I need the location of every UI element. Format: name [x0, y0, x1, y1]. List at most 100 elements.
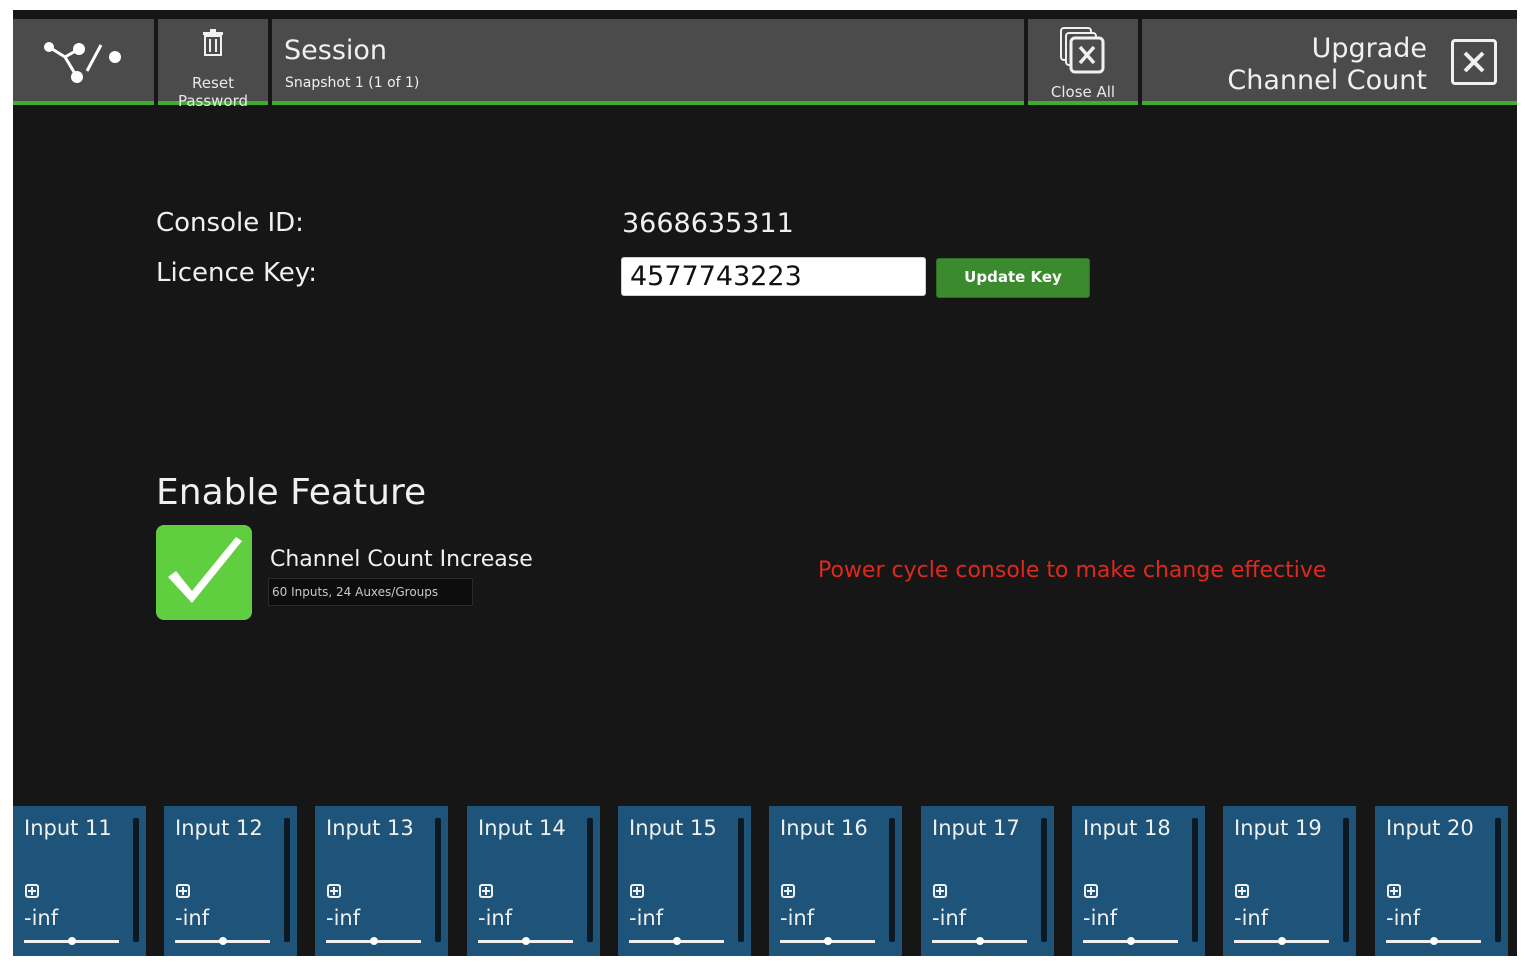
licence-key-input[interactable]	[621, 257, 926, 296]
fader-knob[interactable]	[522, 937, 530, 945]
channel-input-16[interactable]: Input 16 -inf	[769, 806, 902, 956]
fader-knob[interactable]	[1278, 937, 1286, 945]
channel-level: -inf	[932, 906, 967, 930]
channel-name: Input 19	[1234, 816, 1322, 840]
fader-track[interactable]	[629, 937, 724, 945]
channel-name: Input 16	[780, 816, 868, 840]
channel-name: Input 20	[1386, 816, 1474, 840]
reset-label-line2: Password	[177, 92, 249, 110]
channel-level: -inf	[1083, 906, 1118, 930]
session-snapshot: Snapshot 1 (1 of 1)	[285, 75, 420, 91]
select-plus-icon[interactable]	[327, 884, 341, 898]
fader-knob[interactable]	[370, 937, 378, 945]
close-dialog-button[interactable]	[1451, 39, 1497, 85]
channel-input-18[interactable]: Input 18 -inf	[1072, 806, 1205, 956]
feature-name: Channel Count Increase	[270, 547, 533, 572]
channel-name: Input 17	[932, 816, 1020, 840]
console-id-label: Console ID:	[156, 208, 304, 238]
channel-count-checkbox[interactable]	[156, 525, 252, 620]
channel-name: Input 18	[1083, 816, 1171, 840]
reset-password-label: Reset Password	[158, 74, 268, 110]
checkmark-icon	[168, 537, 242, 603]
enable-feature-heading: Enable Feature	[156, 472, 427, 513]
level-meter	[738, 818, 744, 942]
reset-password-button[interactable]: Reset Password	[158, 19, 268, 110]
session-panel[interactable]: Session Snapshot 1 (1 of 1)	[272, 19, 1024, 105]
select-plus-icon[interactable]	[1387, 884, 1401, 898]
console-id-value: 3668635311	[622, 208, 794, 239]
fader-track[interactable]	[478, 937, 573, 945]
level-meter	[587, 818, 593, 942]
top-bar: Reset Password Session Snapshot 1 (1 of …	[13, 10, 1517, 110]
channel-input-14[interactable]: Input 14 -inf	[467, 806, 600, 956]
channel-input-17[interactable]: Input 17 -inf	[921, 806, 1054, 956]
fader-knob[interactable]	[673, 937, 681, 945]
update-key-button[interactable]: Update Key	[936, 258, 1090, 298]
session-title: Session	[284, 35, 388, 66]
channel-input-13[interactable]: Input 13 -inf	[315, 806, 448, 956]
fader-track[interactable]	[326, 937, 421, 945]
select-plus-icon[interactable]	[479, 884, 493, 898]
channel-input-12[interactable]: Input 12 -inf	[164, 806, 297, 956]
channel-level: -inf	[175, 906, 210, 930]
channel-level: -inf	[326, 906, 361, 930]
channel-level: -inf	[1386, 906, 1421, 930]
fader-track[interactable]	[24, 937, 119, 945]
close-all-label: Close All	[1050, 83, 1116, 101]
fader-track[interactable]	[1234, 937, 1329, 945]
select-plus-icon[interactable]	[25, 884, 39, 898]
channel-name: Input 13	[326, 816, 414, 840]
channel-level: -inf	[629, 906, 664, 930]
select-plus-icon[interactable]	[176, 884, 190, 898]
fader-knob[interactable]	[219, 937, 227, 945]
channel-name: Input 15	[629, 816, 717, 840]
channel-level: -inf	[24, 906, 59, 930]
close-all-button[interactable]: Close All	[1028, 19, 1138, 105]
channel-strip: Input 11 -inf Input 12 -inf Input 13 -in…	[13, 806, 1517, 956]
channel-input-20[interactable]: Input 20 -inf	[1375, 806, 1508, 956]
fader-track[interactable]	[780, 937, 875, 945]
power-cycle-notice: Power cycle console to make change effec…	[818, 558, 1327, 583]
upgrade-title-line2: Channel Count	[1227, 65, 1427, 96]
channel-level: -inf	[478, 906, 513, 930]
select-plus-icon[interactable]	[781, 884, 795, 898]
fader-knob[interactable]	[976, 937, 984, 945]
fader-track[interactable]	[932, 937, 1027, 945]
level-meter	[889, 818, 895, 942]
select-plus-icon[interactable]	[1084, 884, 1098, 898]
level-meter	[1495, 818, 1501, 942]
upgrade-channel-count-panel: Upgrade Channel Count	[1142, 19, 1517, 105]
channel-name: Input 11	[24, 816, 112, 840]
fader-track[interactable]	[1083, 937, 1178, 945]
level-meter	[1192, 818, 1198, 942]
level-meter	[1343, 818, 1349, 942]
close-icon	[1463, 51, 1485, 73]
select-plus-icon[interactable]	[933, 884, 947, 898]
app-window: Reset Password Session Snapshot 1 (1 of …	[13, 10, 1517, 956]
channel-input-11[interactable]: Input 11 -inf	[13, 806, 146, 956]
routing-logo-icon	[44, 42, 121, 83]
channel-input-15[interactable]: Input 15 -inf	[618, 806, 751, 956]
fader-knob[interactable]	[824, 937, 832, 945]
fader-knob[interactable]	[68, 937, 76, 945]
channel-name: Input 14	[478, 816, 566, 840]
upgrade-title: Upgrade Channel Count	[1227, 33, 1427, 97]
level-meter	[435, 818, 441, 942]
channel-input-19[interactable]: Input 19 -inf	[1223, 806, 1356, 956]
channel-name: Input 12	[175, 816, 263, 840]
home-button[interactable]	[13, 19, 154, 105]
level-meter	[1041, 818, 1047, 942]
licence-key-label: Licence Key:	[156, 258, 318, 288]
upgrade-title-line1: Upgrade	[1311, 33, 1427, 64]
select-plus-icon[interactable]	[1235, 884, 1249, 898]
level-meter	[133, 818, 139, 942]
level-meter	[284, 818, 290, 942]
fader-track[interactable]	[175, 937, 270, 945]
select-plus-icon[interactable]	[630, 884, 644, 898]
fader-track[interactable]	[1386, 937, 1481, 945]
close-all-icon	[1060, 27, 1105, 74]
trash-icon	[203, 29, 223, 56]
fader-knob[interactable]	[1127, 937, 1135, 945]
fader-knob[interactable]	[1430, 937, 1438, 945]
reset-label-line1: Reset	[192, 74, 234, 92]
